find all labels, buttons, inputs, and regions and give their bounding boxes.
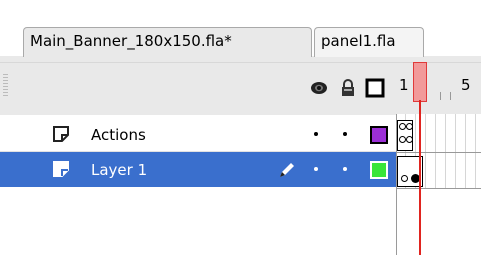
tab-main-banner[interactable]: Main_Banner_180x150.fla* bbox=[23, 27, 312, 57]
layer-name: Actions bbox=[91, 126, 146, 144]
keyframe-dot bbox=[406, 136, 413, 143]
layer-page-icon bbox=[50, 123, 72, 145]
lock-icon[interactable] bbox=[338, 78, 358, 98]
ruler-tick bbox=[440, 92, 441, 100]
empty-layer-area bbox=[0, 188, 396, 255]
outline-icon[interactable] bbox=[365, 78, 385, 98]
playhead-handle[interactable] bbox=[413, 62, 427, 102]
visibility-dot[interactable] bbox=[314, 132, 318, 136]
keyframe-dot bbox=[399, 136, 406, 143]
lock-dot[interactable] bbox=[343, 167, 347, 171]
layer-page-icon bbox=[50, 158, 72, 180]
keyframe-actions[interactable] bbox=[397, 120, 413, 151]
panel-grip-handle[interactable] bbox=[3, 74, 8, 96]
timeline-header bbox=[0, 62, 481, 115]
frame-number-5: 5 bbox=[461, 76, 471, 94]
tab-label: Main_Banner_180x150.fla* bbox=[30, 32, 232, 50]
layer-name: Layer 1 bbox=[91, 161, 148, 179]
ruler-tick bbox=[450, 92, 451, 100]
layer-color-swatch[interactable] bbox=[370, 161, 388, 179]
frame-number-1: 1 bbox=[399, 76, 409, 94]
eye-icon[interactable] bbox=[308, 78, 330, 98]
tab-label: panel1.fla bbox=[321, 32, 396, 50]
lock-dot[interactable] bbox=[343, 132, 347, 136]
playhead-line bbox=[419, 100, 421, 255]
layer-row-layer-1[interactable]: Layer 1 bbox=[0, 152, 396, 187]
layer-color-swatch[interactable] bbox=[370, 126, 388, 144]
keyframe-dot bbox=[399, 123, 406, 130]
frame-row-divider bbox=[396, 152, 481, 153]
visibility-dot[interactable] bbox=[314, 167, 318, 171]
keyframe-dot bbox=[406, 123, 413, 130]
layer-row-actions[interactable]: Actions bbox=[0, 117, 396, 152]
keyframe-dot bbox=[401, 175, 408, 182]
pencil-icon bbox=[277, 160, 297, 180]
frame-row-divider bbox=[396, 188, 481, 189]
tab-panel1[interactable]: panel1.fla bbox=[314, 27, 424, 57]
